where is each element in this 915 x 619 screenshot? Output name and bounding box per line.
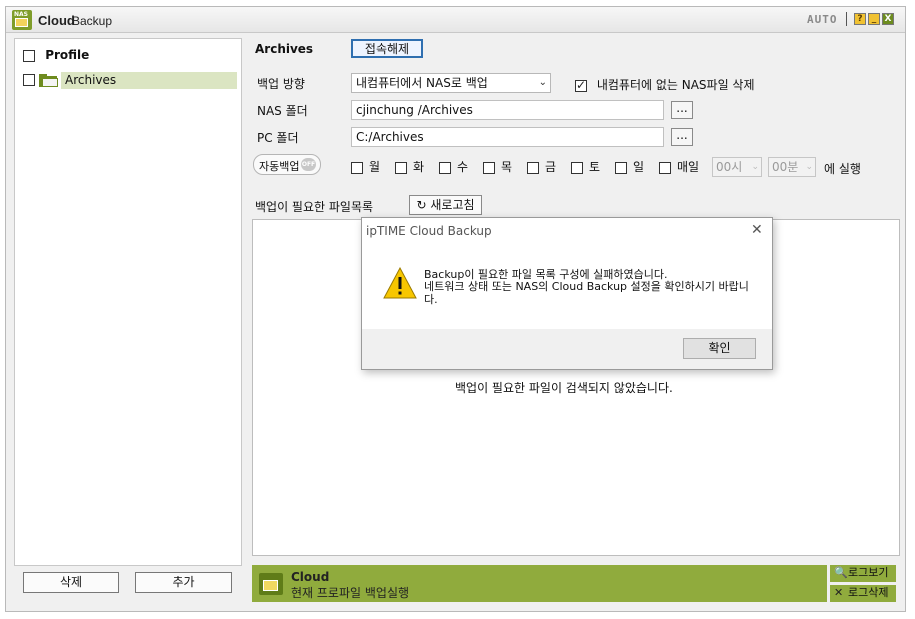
warning-icon [383, 267, 417, 299]
close-icon: ✕ [834, 586, 844, 599]
chevron-down-icon: ⌄ [751, 162, 759, 172]
profile-title: Archives [255, 42, 314, 56]
minute-value: 00분 [772, 160, 799, 174]
screen: NAS Cloud Backup AUTO ? _ X Profile Arch… [0, 0, 915, 619]
title-bar[interactable]: NAS Cloud Backup AUTO ? _ X [6, 7, 905, 33]
magnifier-icon: 🔍 [834, 566, 848, 579]
profile-checkbox[interactable] [23, 74, 35, 86]
delete-profile-button[interactable]: 삭제 [23, 572, 119, 593]
profile-item-archives[interactable]: Archives [23, 72, 237, 89]
day-checkbox[interactable] [395, 161, 407, 174]
log-delete-label: 로그삭제 [848, 586, 889, 599]
day-checkbox[interactable] [659, 161, 671, 174]
help-button[interactable]: ? [854, 13, 866, 25]
close-button[interactable]: X [882, 13, 894, 25]
day-label: 토 [589, 160, 601, 174]
day-label: 수 [457, 160, 469, 174]
dialog-message-line2: 네트워크 상태 또는 NAS의 Cloud Backup 설정을 확인하시기 바… [424, 280, 749, 306]
day-label: 매일 [677, 160, 700, 174]
day-checkbox[interactable] [571, 161, 583, 174]
refresh-icon: ↻ [416, 198, 427, 212]
run-backup-bar[interactable]: Cloud 현재 프로파일 백업실행 [252, 565, 827, 602]
day-thu[interactable]: 목 [483, 158, 512, 175]
day-wed[interactable]: 수 [439, 158, 468, 175]
auto-label: AUTO [807, 13, 838, 26]
log-view-label: 로그보기 [848, 566, 889, 579]
hour-select[interactable]: 00시 ⌄ [712, 157, 762, 177]
day-label: 화 [413, 160, 425, 174]
nas-folder-label: NAS 폴더 [257, 104, 308, 118]
profile-header-label: Profile [45, 48, 90, 62]
disconnect-button[interactable]: 접속해제 [351, 39, 423, 58]
hour-value: 00시 [716, 160, 743, 174]
profile-list-panel: Profile Archives [14, 38, 242, 566]
pc-folder-browse-button[interactable]: ... [671, 128, 693, 146]
minimize-button[interactable]: _ [868, 13, 880, 25]
app-subtitle: Backup [72, 14, 113, 28]
chevron-down-icon: ⌄ [538, 77, 547, 88]
profile-item-label: Archives [65, 73, 117, 87]
log-view-button[interactable]: 🔍 로그보기 [830, 565, 896, 582]
backup-direction-select[interactable]: 내컴퓨터에서 NAS로 백업 ⌄ [351, 73, 551, 93]
logo-text: NAS [14, 11, 28, 18]
auto-backup-toggle[interactable]: 자동백업 OFF [253, 154, 321, 175]
auto-backup-label: 자동백업 [259, 160, 300, 173]
day-mon[interactable]: 월 [351, 158, 380, 175]
cloud-folder-icon [259, 573, 283, 595]
dialog-close-button[interactable]: ✕ [751, 222, 763, 238]
day-label: 목 [501, 160, 513, 174]
app-title: Cloud [38, 13, 75, 28]
day-checkbox[interactable] [483, 161, 495, 174]
day-label: 월 [369, 160, 381, 174]
day-everyday[interactable]: 매일 [659, 158, 699, 175]
backup-direction-value: 내컴퓨터에서 NAS로 백업 [356, 76, 488, 90]
error-dialog: ipTIME Cloud Backup ✕ Backup이 필요한 파일 목록 … [361, 217, 773, 370]
day-sat[interactable]: 토 [571, 158, 600, 175]
minute-select[interactable]: 00분 ⌄ [768, 157, 816, 177]
delete-nas-files-label: 내컴퓨터에 없는 NAS파일 삭제 [596, 78, 755, 92]
sync-folder-icon [39, 74, 59, 87]
day-checkbox[interactable] [527, 161, 539, 174]
file-list-label: 백업이 필요한 파일목록 [255, 200, 374, 214]
run-at-label: 에 실행 [824, 162, 861, 176]
chevron-down-icon: ⌄ [805, 162, 813, 172]
dialog-title: ipTIME Cloud Backup [366, 224, 492, 238]
delete-nas-files-option[interactable]: 내컴퓨터에 없는 NAS파일 삭제 [575, 76, 755, 93]
dialog-footer: 확인 [362, 329, 772, 369]
title-divider [846, 12, 847, 26]
day-label: 일 [633, 160, 645, 174]
day-tue[interactable]: 화 [395, 158, 424, 175]
day-fri[interactable]: 금 [527, 158, 556, 175]
ok-button[interactable]: 확인 [683, 338, 756, 359]
empty-file-message: 백업이 필요한 파일이 검색되지 않았습니다. [455, 381, 673, 395]
day-checkbox[interactable] [351, 161, 363, 174]
run-backup-subtitle: 현재 프로파일 백업실행 [291, 586, 410, 600]
nas-logo-icon: NAS [12, 10, 32, 30]
backup-direction-label: 백업 방향 [257, 77, 305, 91]
refresh-label: 새로고침 [430, 198, 475, 212]
day-label: 금 [545, 160, 557, 174]
nas-folder-browse-button[interactable]: ... [671, 101, 693, 119]
pc-folder-label: PC 폴더 [257, 131, 299, 145]
day-checkbox[interactable] [615, 161, 627, 174]
select-all-checkbox[interactable] [23, 49, 35, 62]
profile-header: Profile [23, 48, 89, 62]
delete-nas-files-checkbox[interactable] [575, 78, 587, 92]
day-sun[interactable]: 일 [615, 158, 644, 175]
nas-folder-field[interactable]: cjinchung /Archives [351, 100, 664, 120]
folder-icon [15, 18, 28, 27]
refresh-button[interactable]: ↻ 새로고침 [409, 195, 482, 215]
day-checkbox[interactable] [439, 161, 451, 174]
toggle-state: OFF [301, 158, 316, 171]
add-profile-button[interactable]: 추가 [135, 572, 232, 593]
run-backup-title: Cloud [291, 570, 330, 584]
log-delete-button[interactable]: ✕ 로그삭제 [830, 585, 896, 602]
pc-folder-field[interactable]: C:/Archives [351, 127, 664, 147]
